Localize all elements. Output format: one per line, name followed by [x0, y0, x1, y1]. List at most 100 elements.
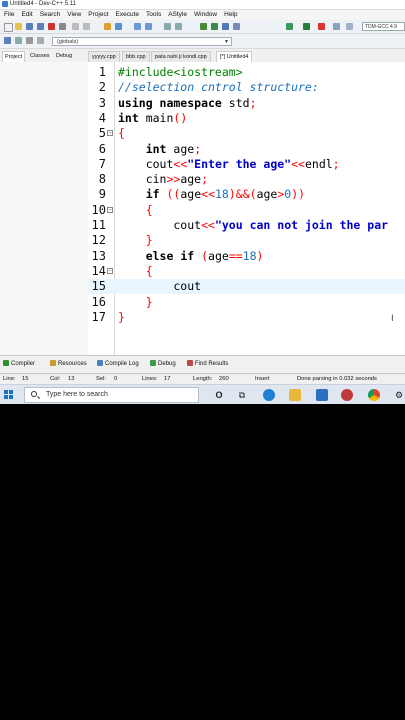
check-icon[interactable]: [303, 23, 310, 30]
line-number: 15: [91, 279, 106, 294]
code-line[interactable]: 11 cout<<"you can not join the par: [88, 218, 405, 233]
code-line[interactable]: 5−{: [88, 126, 405, 141]
code-line[interactable]: 13 else if (age==18): [88, 249, 405, 264]
tab-compiler[interactable]: Compiler: [3, 360, 35, 369]
fold-toggle-icon[interactable]: −: [107, 267, 113, 274]
rebuild-icon[interactable]: [233, 23, 240, 30]
profile-icon[interactable]: [333, 23, 340, 30]
code-token: "Enter the age": [187, 156, 292, 171]
code-line[interactable]: 16 }: [88, 295, 405, 310]
code-line[interactable]: 4 int main(): [88, 111, 405, 126]
mail-icon[interactable]: [316, 389, 328, 401]
tab-resources[interactable]: Resources: [50, 360, 87, 369]
menu-project[interactable]: Project: [88, 10, 108, 20]
line-number: 16: [91, 294, 106, 309]
goto-line-icon[interactable]: [37, 37, 44, 44]
toggle-bookmark-icon[interactable]: [15, 37, 22, 44]
compile-run-icon[interactable]: [222, 23, 229, 30]
line-number: 9: [98, 187, 106, 202]
tab-debug-output[interactable]: Debug: [150, 360, 176, 369]
code-line[interactable]: 7 cout<<"Enter the age"<<endl;: [88, 157, 405, 172]
code-line[interactable]: 1 #include<iostream>: [88, 65, 405, 80]
code-token: "you can not join the par: [214, 218, 389, 232]
save-icon[interactable]: [26, 23, 33, 30]
code-line[interactable]: 2 //selection cntrol structure:: [88, 80, 405, 95]
code-line[interactable]: 3 using namespace std;: [88, 96, 405, 111]
print-icon[interactable]: [59, 23, 66, 30]
code-editor[interactable]: 1 #include<iostream> 2 //selection cntrol s…: [88, 62, 405, 355]
cortana-icon[interactable]: O: [213, 389, 225, 401]
code-line[interactable]: 12 }: [88, 233, 405, 248]
new-file-icon[interactable]: [4, 23, 13, 32]
goto-bookmark-icon[interactable]: [26, 37, 33, 44]
replace-icon[interactable]: [115, 23, 122, 30]
unindent-icon[interactable]: [145, 23, 152, 30]
code-token: <<: [201, 187, 215, 202]
app-icon[interactable]: [341, 389, 353, 401]
redo-icon[interactable]: [83, 23, 90, 30]
code-line[interactable]: 6 int age;: [88, 142, 405, 157]
undo-icon[interactable]: [72, 23, 79, 30]
close-file-icon[interactable]: [48, 23, 55, 30]
open-folder-icon[interactable]: [15, 23, 22, 30]
menu-window[interactable]: Window: [194, 10, 217, 20]
tab-classes[interactable]: Classes: [28, 51, 52, 62]
file-tab-bbb[interactable]: bbb.cpp: [122, 51, 150, 62]
find-icon[interactable]: [104, 23, 111, 30]
fold-toggle-icon[interactable]: −: [107, 130, 113, 137]
compile-icon[interactable]: [200, 23, 207, 30]
code-line[interactable]: 15 cout: [88, 279, 405, 295]
tab-compile-log[interactable]: Compile Log: [97, 360, 139, 369]
tab-debug[interactable]: Debug: [54, 51, 74, 62]
menu-file[interactable]: File: [4, 10, 14, 20]
project-panel[interactable]: [0, 62, 89, 355]
compiler-select[interactable]: TDM-GCC 4.9: [362, 22, 405, 31]
class-browser-icon[interactable]: [4, 37, 11, 44]
title-bar: Untitled4 - Dev-C++ 5.11: [0, 0, 405, 10]
globals-select[interactable]: (globals) ▼: [52, 37, 232, 46]
file-explorer-icon[interactable]: [289, 389, 301, 401]
code-token: age: [256, 187, 278, 202]
file-tab-yyyyy[interactable]: yyyyy.cpp: [88, 51, 120, 62]
menu-execute[interactable]: Execute: [116, 10, 140, 20]
code-token: )&&(: [228, 187, 257, 202]
menu-view[interactable]: View: [67, 10, 81, 20]
fold-toggle-icon[interactable]: −: [107, 206, 113, 213]
chart-icon[interactable]: [346, 23, 353, 30]
tab-resources-label: Resources: [58, 361, 87, 367]
menu-search[interactable]: Search: [40, 10, 61, 20]
windows-start-icon[interactable]: [4, 390, 14, 400]
menu-help[interactable]: Help: [224, 10, 237, 20]
menu-tools[interactable]: Tools: [146, 10, 161, 20]
code-token: <<: [291, 156, 305, 171]
tab-compiler-label: Compiler: [11, 361, 36, 367]
code-token: 18: [242, 248, 257, 263]
stop-icon[interactable]: [318, 23, 325, 30]
indent-icon[interactable]: [134, 23, 141, 30]
edge-icon[interactable]: [263, 389, 275, 401]
menu-astyle[interactable]: AStyle: [168, 10, 187, 20]
compiler-icon: [3, 360, 9, 366]
save-all-icon[interactable]: [37, 23, 44, 30]
code-text: {: [118, 126, 125, 141]
menu-edit[interactable]: Edit: [21, 10, 32, 20]
code-token: else if: [145, 248, 195, 263]
task-view-icon[interactable]: ⧉: [236, 389, 248, 401]
code-line[interactable]: 17}: [88, 310, 405, 325]
run-icon[interactable]: [211, 23, 218, 30]
tab-find-results[interactable]: Find Results: [187, 360, 228, 369]
code-line[interactable]: 14− {: [88, 264, 405, 279]
code-line[interactable]: 8 cin>>age;: [88, 172, 405, 187]
chrome-icon[interactable]: [368, 389, 380, 401]
new-project-icon[interactable]: [164, 23, 171, 30]
file-tab-pata-nahi[interactable]: pata nahi ji kondi.cpp: [151, 51, 211, 62]
project-options-icon[interactable]: [175, 23, 182, 30]
file-tab-untitled4[interactable]: [*] Untitled4: [216, 51, 253, 62]
compile-log-icon: [97, 360, 103, 366]
taskbar-search-input[interactable]: Type here to search: [24, 387, 199, 403]
debug-run-icon[interactable]: [286, 23, 293, 30]
code-line[interactable]: 10− {: [88, 203, 405, 218]
settings-icon[interactable]: ⚙: [393, 389, 405, 401]
code-line[interactable]: 9 if ((age<<18)&&(age>0)): [88, 187, 405, 202]
